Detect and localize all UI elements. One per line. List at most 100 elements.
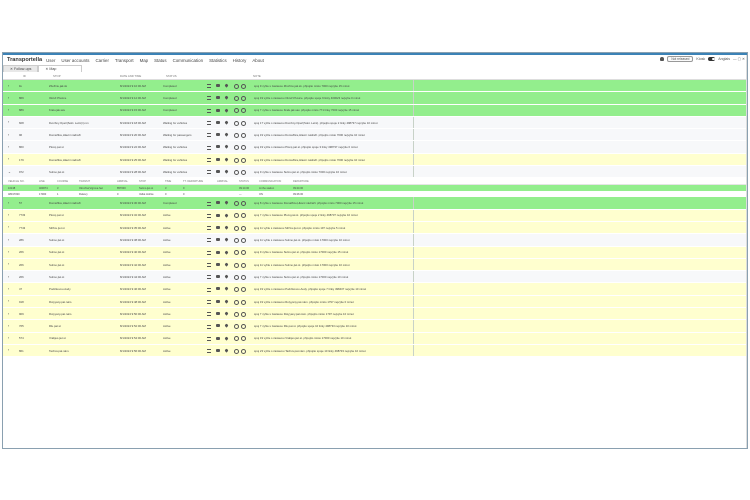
col-date[interactable]: DATE AND TIME: [120, 74, 141, 78]
list-icon[interactable]: [207, 121, 211, 126]
location-pin-icon[interactable]: [224, 225, 229, 230]
table-row[interactable]: › 1k Zbožínu.jak.sk 8/1/2024 9:10:00 AM Comp…: [3, 80, 747, 93]
chevron-right-icon[interactable]: ›: [8, 225, 9, 229]
chevron-right-icon[interactable]: ›: [8, 262, 9, 266]
list-icon[interactable]: [207, 263, 211, 268]
chevron-right-icon[interactable]: ›: [8, 145, 9, 149]
col-note[interactable]: NOTE: [253, 74, 261, 78]
clock-icon[interactable]: [234, 157, 239, 163]
message-icon[interactable]: [216, 133, 220, 137]
list-icon[interactable]: [207, 287, 211, 292]
clock-icon[interactable]: [234, 238, 239, 244]
table-row[interactable]: › 861 Tachov.pat.nám. 8/1/2024 9:56:00 AM Ac…: [3, 344, 747, 358]
message-icon[interactable]: [216, 287, 220, 291]
clock-icon[interactable]: [234, 132, 239, 138]
table-row[interactable]: › 860 Plocq.pat.st 8/1/2024 9:22:00 AM Waiti…: [3, 141, 747, 154]
list-icon[interactable]: [207, 133, 211, 138]
table-row[interactable]: ⌄ 972 Sulmo.jiet.st 8/1/2024 9:28:00 AM Wait…: [3, 166, 747, 179]
cancel-icon[interactable]: [241, 311, 246, 317]
clock-icon[interactable]: [234, 83, 239, 89]
clock-icon[interactable]: [234, 262, 239, 268]
list-icon[interactable]: [207, 145, 211, 150]
table-row[interactable]: › 7733 Plocq.pat.st 8/1/2024 9:32:00 AM Acti…: [3, 209, 747, 222]
list-icon[interactable]: [207, 238, 211, 243]
list-icon[interactable]: [207, 157, 211, 162]
cancel-icon[interactable]: [241, 324, 246, 330]
table-row[interactable]: › 7743 Slíživu.jiet.st 8/1/2024 9:35:00 AM A…: [3, 221, 747, 235]
sub-col-header[interactable]: COMMUNICATION: [259, 180, 281, 183]
location-pin-icon[interactable]: [224, 237, 229, 242]
menu-statistics[interactable]: Statistics: [209, 58, 227, 63]
chevron-right-icon[interactable]: ›: [8, 336, 9, 340]
message-icon[interactable]: [216, 145, 220, 149]
window-controls[interactable]: — ▢ ✕: [733, 57, 745, 61]
chevron-right-icon[interactable]: ›: [8, 201, 9, 205]
col-status[interactable]: STATUS: [166, 74, 177, 78]
menu-map[interactable]: Map: [140, 58, 149, 63]
release-button[interactable]: Not released: [667, 56, 694, 62]
message-icon[interactable]: [216, 157, 220, 161]
message-icon[interactable]: [216, 336, 220, 340]
cancel-icon[interactable]: [241, 348, 246, 354]
location-pin-icon[interactable]: [224, 120, 229, 125]
cancel-icon[interactable]: [241, 336, 246, 342]
table-row[interactable]: › 765 Rlu.pat.st 8/1/2024 9:52:00 AM Active s…: [3, 320, 747, 333]
cancel-icon[interactable]: [241, 201, 246, 207]
location-pin-icon[interactable]: [224, 336, 229, 341]
chevron-right-icon[interactable]: ›: [8, 238, 9, 242]
list-icon[interactable]: [207, 336, 211, 341]
message-icon[interactable]: [216, 250, 220, 254]
sub-col-header[interactable]: LINE: [39, 180, 45, 183]
clock-icon[interactable]: [234, 96, 239, 102]
location-pin-icon[interactable]: [224, 213, 229, 218]
table-row[interactable]: › 869 Okruž.Pluvice 8/1/2024 9:12:00 AM Comp…: [3, 92, 747, 105]
message-icon[interactable]: [216, 348, 220, 352]
message-icon[interactable]: [216, 84, 220, 87]
menu-about[interactable]: About: [252, 58, 263, 63]
clock-icon[interactable]: [234, 299, 239, 305]
list-icon[interactable]: [207, 201, 211, 206]
cancel-icon[interactable]: [241, 145, 246, 151]
cancel-icon[interactable]: [241, 299, 246, 305]
sub-col-header[interactable]: STOP: [139, 180, 146, 183]
list-icon[interactable]: [207, 250, 211, 255]
menu-user-accounts[interactable]: User accounts: [61, 58, 89, 63]
chevron-right-icon[interactable]: ›: [8, 250, 9, 254]
cancel-icon[interactable]: [241, 96, 246, 102]
list-icon[interactable]: [207, 170, 211, 175]
location-pin-icon[interactable]: [224, 157, 229, 162]
sub-col-header[interactable]: TT. DEPARTURE: [183, 180, 203, 183]
location-pin-icon[interactable]: [224, 274, 229, 279]
chevron-right-icon[interactable]: ›: [8, 312, 9, 316]
message-icon[interactable]: [216, 213, 220, 217]
list-icon[interactable]: [207, 108, 211, 113]
chevron-right-icon[interactable]: ›: [8, 96, 9, 100]
table-row[interactable]: › 918 Rotyyany.pat.nám. 8/1/2024 9:48:00 AM…: [3, 295, 747, 309]
cancel-icon[interactable]: [241, 169, 246, 175]
table-row[interactable]: › 47 Podzikovou.Audy 8/1/2024 9:46:00 AM Act…: [3, 283, 747, 296]
table-row[interactable]: › 179 Domažlice,Hlavní nádraží 8/1/2024 9:2…: [3, 153, 747, 167]
chevron-right-icon[interactable]: ›: [8, 120, 9, 124]
bell-icon[interactable]: [660, 57, 665, 61]
chevron-right-icon[interactable]: ›: [8, 348, 9, 352]
table-row[interactable]: › 96 Domažlice,Hlavní nádraží 8/1/2024 9:20…: [3, 129, 747, 142]
location-pin-icon[interactable]: [224, 107, 229, 113]
location-pin-icon[interactable]: [224, 95, 229, 100]
menu-transport[interactable]: Transport: [115, 58, 134, 63]
list-icon[interactable]: [207, 299, 211, 304]
chevron-right-icon[interactable]: ›: [8, 287, 9, 291]
clock-icon[interactable]: [234, 120, 239, 126]
location-pin-icon[interactable]: [224, 262, 229, 267]
chevron-right-icon[interactable]: ›: [8, 299, 9, 303]
message-icon[interactable]: [216, 238, 220, 242]
chevron-right-icon[interactable]: ›: [8, 157, 9, 161]
clock-icon[interactable]: [234, 225, 239, 231]
tab-follow-ups[interactable]: ✕ Follow-ups: [3, 65, 39, 72]
table-row[interactable]: › 574 Vrabjes.jiet.st 8/1/2024 9:54:00 AM Ac…: [3, 332, 747, 345]
mode-toggle[interactable]: [708, 57, 716, 61]
cancel-icon[interactable]: [241, 262, 246, 268]
list-icon[interactable]: [207, 324, 211, 329]
table-row[interactable]: › 909 Rotyyany.pat.nám. 8/1/2024 9:50:00 AM…: [3, 308, 747, 321]
message-icon[interactable]: [216, 275, 220, 279]
list-icon[interactable]: [207, 213, 211, 218]
